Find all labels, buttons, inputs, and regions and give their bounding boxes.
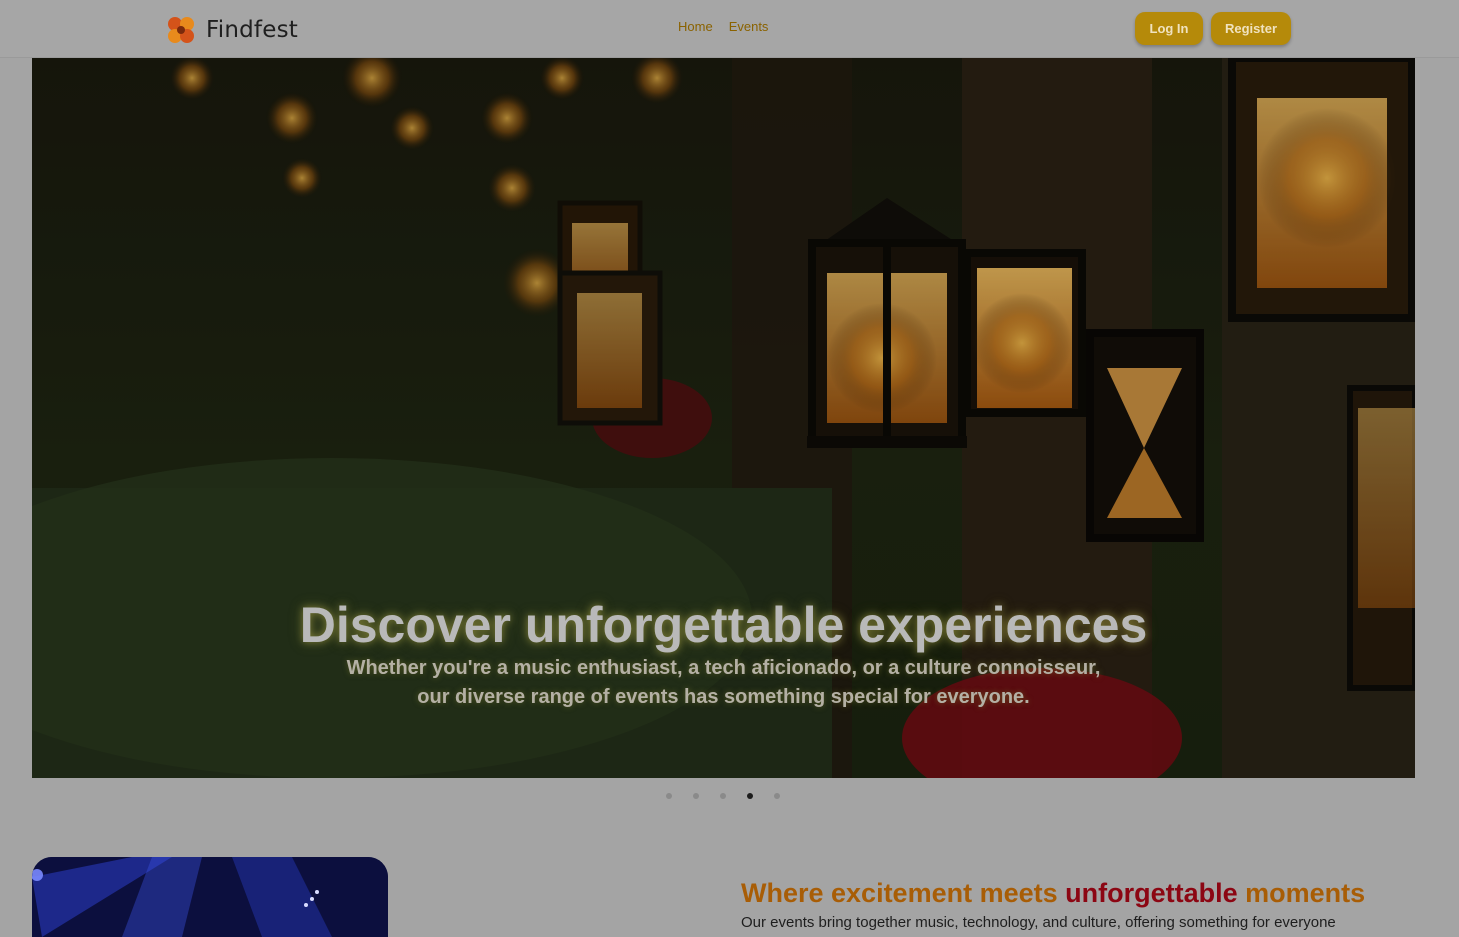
carousel-indicators — [666, 793, 780, 799]
brand-name: Findfest — [206, 17, 298, 43]
carousel-dot-4[interactable] — [747, 793, 753, 799]
concert-lights-image — [32, 857, 388, 937]
carousel-dot-2[interactable] — [693, 793, 699, 799]
concert-image-card — [32, 857, 388, 937]
hero-subtitle: Whether you're a music enthusiast, a tec… — [32, 654, 1415, 712]
heading-emphasis: unforgettable — [1065, 878, 1238, 909]
main-nav: Home Events — [678, 19, 768, 34]
section-body-text: Our events bring together music, technol… — [741, 914, 1336, 931]
register-button[interactable]: Register — [1211, 12, 1291, 45]
heading-part-1: Where excitement meets — [741, 878, 1066, 909]
login-button[interactable]: Log In — [1135, 12, 1203, 45]
flower-logo-icon — [168, 17, 194, 43]
carousel-dot-5[interactable] — [774, 793, 780, 799]
nav-link-events[interactable]: Events — [729, 19, 769, 34]
hero-subtitle-line-1: Whether you're a music enthusiast, a tec… — [346, 657, 1101, 679]
heading-part-2: moments — [1237, 878, 1366, 909]
nav-link-home[interactable]: Home — [678, 19, 713, 34]
carousel-dot-3[interactable] — [720, 793, 726, 799]
hero-subtitle-line-2: our diverse range of events has somethin… — [417, 686, 1030, 708]
hero-title: Discover unforgettable experiences — [299, 597, 1148, 653]
hero-carousel-slide: Discover unforgettable experiences Wheth… — [32, 58, 1415, 778]
top-navbar: Findfest Home Events Log In Register — [0, 0, 1459, 58]
section-heading: Where excitement meets unforgettable mom… — [741, 878, 1365, 909]
brand[interactable]: Findfest — [166, 14, 298, 46]
carousel-dot-1[interactable] — [666, 793, 672, 799]
